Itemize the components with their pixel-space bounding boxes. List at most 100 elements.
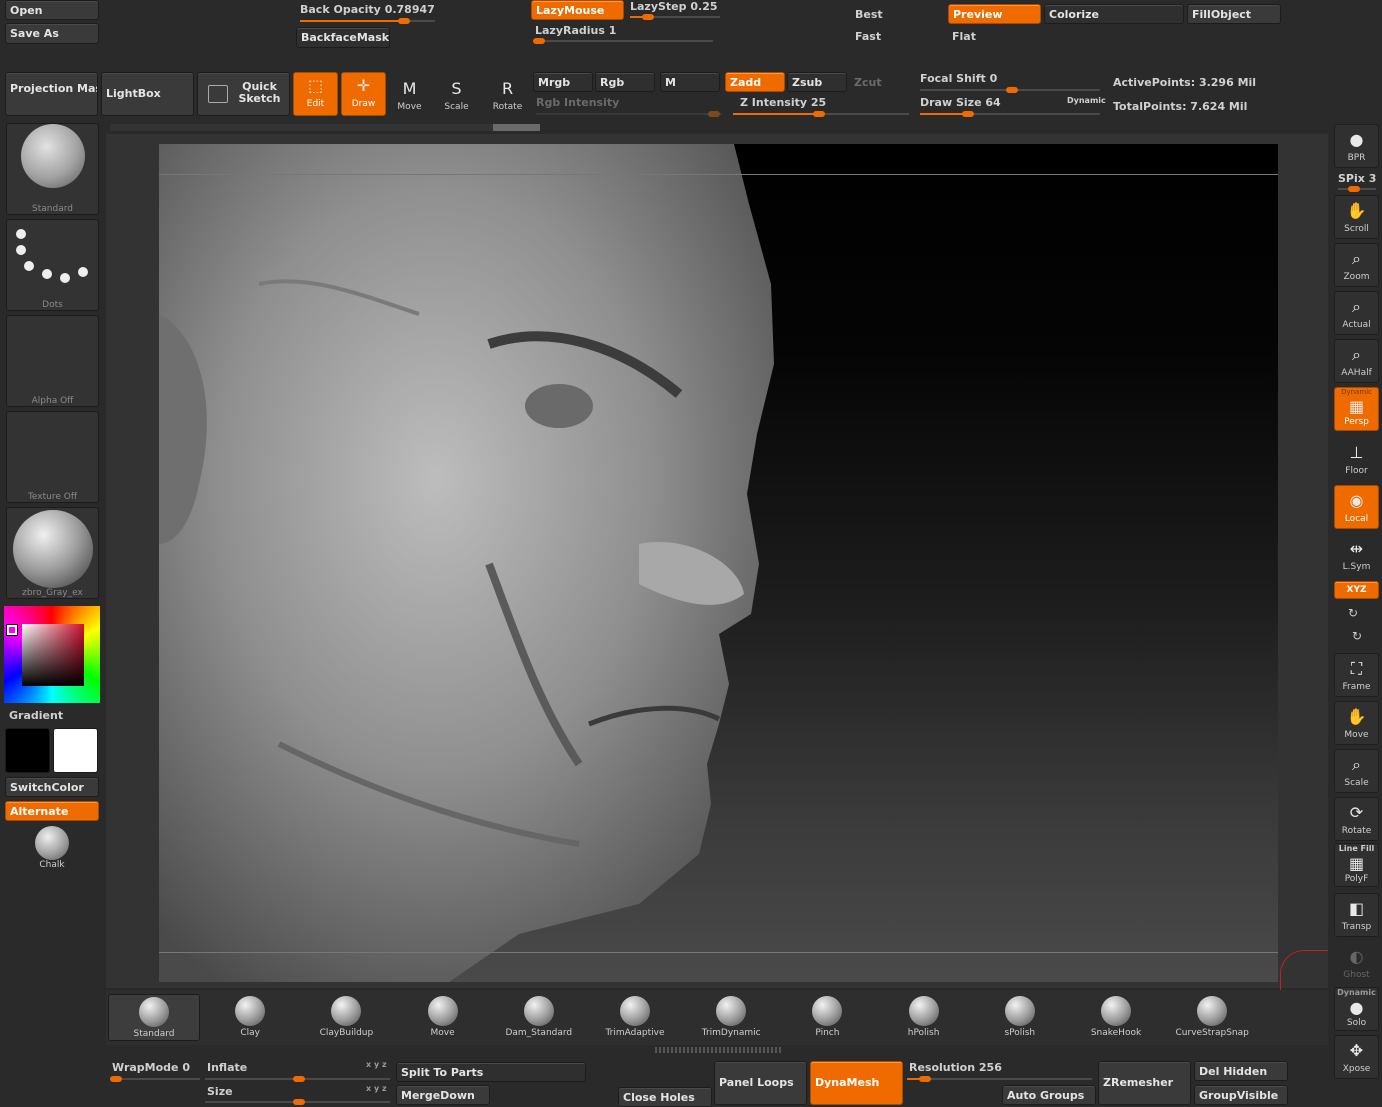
draw-size-track[interactable] — [920, 111, 1100, 117]
rotate-y-icon[interactable]: ↻ — [1348, 606, 1358, 620]
brush-move[interactable]: Move — [397, 994, 489, 1041]
resolution-track[interactable] — [907, 1076, 1092, 1082]
material-selector[interactable]: zbro_Gray_ex — [6, 507, 99, 599]
colorize-button[interactable]: Colorize — [1044, 4, 1184, 24]
zremesher-button[interactable]: ZRemesher — [1098, 1061, 1191, 1105]
rgb-button[interactable]: Rgb — [595, 72, 655, 92]
lazyradius-track[interactable] — [533, 38, 713, 44]
z-intensity-slider[interactable]: Z Intensity 25 — [740, 96, 826, 109]
zcut-button[interactable]: Zcut — [854, 76, 882, 89]
xyz-toggle[interactable]: XYZ — [1334, 581, 1379, 599]
focal-shift-track[interactable] — [920, 87, 1100, 93]
color-picker[interactable] — [4, 606, 100, 703]
spix-track[interactable] — [1338, 186, 1376, 192]
color-picker-square[interactable] — [22, 624, 84, 686]
alpha-selector[interactable]: Alpha Off — [6, 315, 99, 407]
open-button[interactable]: Open — [5, 0, 99, 20]
persp-button[interactable]: Dynamic ▦ Persp — [1334, 387, 1379, 431]
secondary-color-swatch[interactable] — [53, 728, 98, 773]
lazymouse-toggle[interactable]: LazyMouse — [531, 0, 624, 20]
scale-view-button[interactable]: ⌕ Scale — [1334, 749, 1379, 793]
frame-button[interactable]: ⛶ Frame — [1334, 653, 1379, 697]
chalk-material[interactable]: Chalk — [25, 826, 79, 872]
wrapmode-track[interactable] — [110, 1076, 200, 1082]
polyf-button[interactable]: Line Fill ▦ PolyF — [1334, 843, 1379, 887]
back-opacity-track[interactable] — [300, 18, 435, 24]
brush-trimdynamic[interactable]: TrimDynamic — [685, 994, 777, 1041]
projection-master-button[interactable]: Projection Master — [5, 72, 98, 116]
draw-button[interactable]: ✛ Draw — [341, 72, 386, 116]
panel-loops-button[interactable]: Panel Loops — [714, 1061, 807, 1105]
m-button[interactable]: M — [660, 72, 720, 92]
lightbox-button[interactable]: LightBox — [101, 72, 194, 116]
alternate-toggle[interactable]: Alternate — [5, 801, 99, 821]
zoom-button[interactable]: ⌕ Zoom — [1334, 243, 1379, 287]
brush-spolish[interactable]: sPolish — [974, 994, 1066, 1041]
switch-color-button[interactable]: SwitchColor — [5, 777, 99, 797]
z-intensity-track[interactable] — [733, 111, 909, 117]
brush-hpolish[interactable]: hPolish — [878, 994, 970, 1041]
brush-trimadaptive[interactable]: TrimAdaptive — [589, 994, 681, 1041]
mrgb-button[interactable]: Mrgb — [533, 72, 593, 92]
actual-button[interactable]: ⌕ Actual — [1334, 291, 1379, 335]
inflate-track[interactable] — [205, 1076, 390, 1082]
size-track[interactable] — [205, 1099, 390, 1105]
lazystep-slider[interactable]: LazyStep 0.25 — [630, 0, 718, 13]
shelf-splitter[interactable] — [655, 1047, 781, 1053]
brush-selector[interactable]: Standard — [6, 123, 99, 215]
document-tab-active[interactable] — [493, 124, 540, 131]
edit-button[interactable]: ⬚ Edit — [293, 72, 338, 116]
rotate-mode-button[interactable]: R Rotate — [485, 76, 530, 112]
backface-mask-button[interactable]: BackfaceMask — [296, 27, 390, 48]
aahalf-button[interactable]: ⌕ AAHalf — [1334, 339, 1379, 383]
close-holes-button[interactable]: Close Holes — [618, 1087, 712, 1107]
lazystep-track[interactable] — [630, 14, 720, 20]
move-view-button[interactable]: ✋ Move — [1334, 701, 1379, 745]
preview-button[interactable]: Preview — [948, 4, 1041, 24]
brush-dam-standard[interactable]: Dam_Standard — [493, 994, 585, 1041]
floor-button[interactable]: ⊥ Floor — [1334, 437, 1379, 481]
gradient-toggle[interactable]: Gradient — [9, 709, 63, 722]
bpr-button[interactable]: ● BPR — [1334, 124, 1379, 168]
rgb-intensity-slider[interactable]: Rgb Intensity — [536, 96, 619, 109]
quick-sketch-button[interactable]: Quick Sketch — [197, 72, 290, 116]
brush-standard[interactable]: Standard — [108, 994, 200, 1041]
main-color-swatch[interactable] — [5, 728, 50, 773]
texture-selector[interactable]: Texture Off — [6, 411, 99, 503]
scale-mode-button[interactable]: S Scale — [434, 76, 479, 112]
lazyradius-slider[interactable]: LazyRadius 1 — [535, 24, 616, 37]
save-as-button[interactable]: Save As — [5, 23, 99, 44]
dynamesh-button[interactable]: DynaMesh — [810, 1061, 903, 1105]
split-to-parts-button[interactable]: Split To Parts — [396, 1062, 586, 1082]
lsym-button[interactable]: ⇹ L.Sym — [1334, 533, 1379, 577]
brush-claybuildup[interactable]: ClayBuildup — [300, 994, 392, 1041]
group-visible-button[interactable]: GroupVisible — [1194, 1085, 1288, 1105]
document-canvas[interactable] — [159, 144, 1278, 982]
rotate-z-icon[interactable]: ↻ — [1352, 629, 1362, 643]
local-button[interactable]: ◉ Local — [1334, 485, 1379, 529]
xpose-button[interactable]: ✥ Xpose — [1334, 1035, 1379, 1079]
merge-down-button[interactable]: MergeDown — [396, 1085, 490, 1105]
focal-shift-slider[interactable]: Focal Shift 0 — [920, 72, 997, 85]
brush-pinch[interactable]: Pinch — [781, 994, 873, 1041]
ghost-button[interactable]: ◐ Ghost — [1334, 941, 1379, 985]
del-hidden-button[interactable]: Del Hidden — [1194, 1061, 1288, 1081]
brush-clay[interactable]: Clay — [204, 994, 296, 1041]
fill-object-button[interactable]: FillObject — [1187, 4, 1281, 24]
brush-curvestrapsnap[interactable]: CurveStrapSnap — [1166, 994, 1258, 1041]
move-mode-button[interactable]: M Move — [387, 76, 432, 112]
zsub-button[interactable]: Zsub — [787, 72, 847, 92]
wrapmode-slider[interactable]: WrapMode 0 — [112, 1061, 190, 1074]
rotate-view-button[interactable]: ⟳ Rotate — [1334, 797, 1379, 841]
draw-size-slider[interactable]: Draw Size 64 — [920, 96, 1001, 109]
resolution-slider[interactable]: Resolution 256 — [909, 1061, 1002, 1074]
best-button[interactable]: Best — [855, 8, 883, 21]
spix-slider[interactable]: SPix 3 — [1338, 172, 1376, 185]
scroll-button[interactable]: ✋ Scroll — [1334, 195, 1379, 239]
solo-button[interactable]: Dynamic ● Solo — [1334, 987, 1379, 1031]
zadd-button[interactable]: Zadd — [725, 72, 785, 92]
rgb-intensity-track[interactable] — [536, 111, 722, 117]
transp-button[interactable]: ◧ Transp — [1334, 893, 1379, 937]
flat-button[interactable]: Flat — [952, 30, 976, 43]
dynamic-toggle[interactable]: Dynamic — [1067, 96, 1106, 105]
